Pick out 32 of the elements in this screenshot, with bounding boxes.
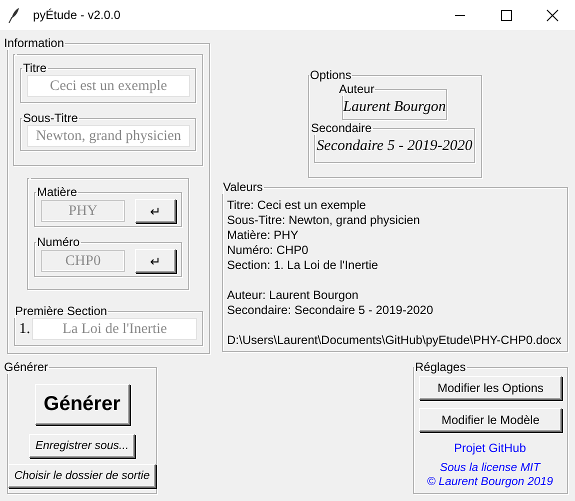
- summary-line: D:\Users\Laurent\Documents\GitHub\pyEtude\PHY-CHP0.docx: [227, 333, 562, 348]
- summary-line: Sous-Titre: Newton, grand physicien: [227, 213, 421, 228]
- school-label: Secondaire 5 - 2019-2020: [316, 137, 474, 156]
- action-button[interactable]: Choisir le dossier de sortie: [8, 464, 156, 488]
- group-label: Secondaire: [310, 121, 373, 135]
- group-label: Information: [3, 36, 66, 50]
- group-label: Générer: [3, 360, 50, 374]
- settings-button[interactable]: Modifier le Modèle: [419, 408, 562, 432]
- group-label: Titre: [22, 61, 48, 75]
- author-label: Laurent Bourgon: [343, 98, 446, 117]
- group-label: Options: [309, 68, 352, 82]
- settings-button[interactable]: Modifier les Options: [419, 376, 562, 400]
- summary-line: Matière: PHY: [227, 228, 300, 243]
- group-label: Réglages: [414, 360, 467, 374]
- generate-button[interactable]: Générer: [34, 384, 130, 425]
- feather-icon: [8, 7, 20, 23]
- summary-line: Section: 1. La Loi de l'Inertie: [227, 258, 380, 273]
- group-label: Auteur: [338, 82, 376, 96]
- section-number: 1.: [19, 320, 30, 338]
- github-link[interactable]: Projet GitHub: [419, 441, 561, 455]
- summary-line: Numéro: CHP0: [227, 243, 310, 258]
- group-label: Sous-Titre: [22, 111, 79, 125]
- group-label: Numéro: [36, 235, 81, 249]
- summary-line: Titre: Ceci est un exemple: [227, 198, 367, 213]
- action-button[interactable]: Enregistrer sous...: [29, 434, 135, 458]
- summary-line: Auteur: Laurent Bourgon: [227, 288, 360, 303]
- license-text: Sous la license MIT © Laurent Bourgon 2019: [426, 461, 554, 489]
- group-label: Matière: [36, 185, 78, 199]
- group-label: Première Section: [14, 304, 108, 318]
- summary-line: Secondaire: Secondaire 5 - 2019-2020: [227, 303, 434, 318]
- group-label: Valeurs: [222, 180, 264, 194]
- window-title: pyÉtude - v2.0.0: [33, 8, 120, 22]
